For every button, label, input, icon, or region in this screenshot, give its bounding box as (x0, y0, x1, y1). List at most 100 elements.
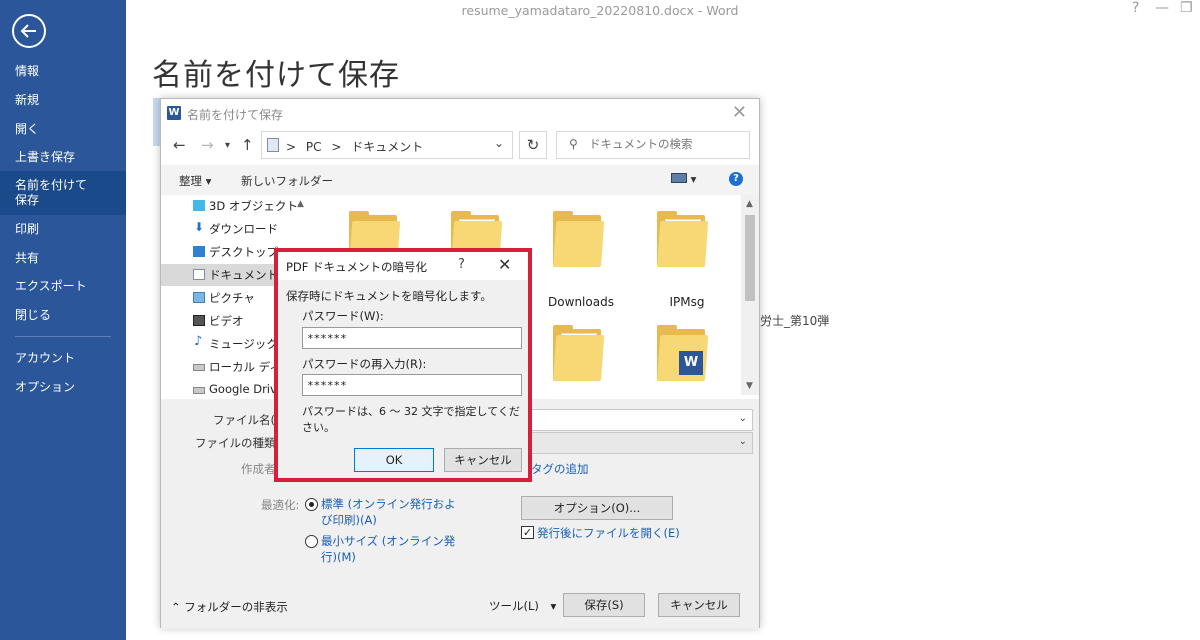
rail-item-account[interactable]: アカウント (0, 351, 126, 366)
folder-icon[interactable] (657, 211, 713, 269)
folder-label-downloads[interactable]: Downloads (531, 295, 631, 309)
dialog-title: 名前を付けて保存 (187, 108, 284, 122)
radio-standard-label-line1: 標準 (オンライン発行およ (321, 497, 456, 511)
back-icon[interactable]: ← (173, 136, 186, 154)
recent-file-name[interactable]: 士労士_第10弾 (748, 312, 829, 329)
refresh-icon[interactable]: ↻ (519, 131, 547, 159)
chevron-down-icon[interactable]: ⌄ (739, 436, 747, 447)
nav-item-3d-objects[interactable]: 3D オブジェクト (161, 195, 307, 217)
nav-item-label: ビデオ (209, 314, 244, 328)
music-note-icon: ♪ (194, 334, 203, 349)
rail-item-share[interactable]: 共有 (0, 251, 126, 266)
address-segment-documents[interactable]: ドキュメント (351, 140, 423, 154)
close-icon[interactable]: ✕ (732, 102, 747, 123)
chevron-down-icon[interactable]: ⌄ (739, 413, 747, 424)
open-after-checkbox[interactable]: ✓ (521, 526, 534, 539)
folder-icon[interactable] (553, 325, 609, 383)
optimize-label: 最適化: (261, 498, 300, 512)
help-icon[interactable]: ? (458, 257, 465, 272)
address-segment-pc[interactable]: PC (306, 140, 322, 154)
rail-item-export[interactable]: エクスポート (0, 279, 126, 294)
chevron-down-icon: ▾ (550, 599, 557, 613)
scroll-thumb[interactable] (745, 215, 755, 301)
picture-icon (193, 292, 205, 303)
tools-label: ツール(L) (489, 599, 539, 613)
radio-minimum-label-line1: 最小サイズ (オンライン発 (321, 534, 456, 548)
ok-button[interactable]: OK (354, 448, 434, 472)
dialog-titlebar[interactable]: W 名前を付けて保存 ✕ (161, 99, 759, 129)
rail-item-print[interactable]: 印刷 (0, 222, 126, 237)
scroll-up-icon[interactable]: ▲ (746, 199, 753, 209)
radio-minimum-label-line2: 行)(M) (321, 550, 356, 564)
rail-item-info[interactable]: 情報 (0, 64, 126, 79)
back-arrow-icon[interactable] (12, 14, 46, 48)
encrypt-pdf-dialog: PDF ドキュメントの暗号化 ? ✕ 保存時にドキュメントを暗号化します。 パス… (278, 252, 528, 478)
chevron-up-icon: ⌃ (171, 600, 181, 614)
forward-icon[interactable]: → (201, 136, 214, 154)
pw-cancel-button[interactable]: キャンセル (444, 448, 522, 472)
close-icon[interactable]: ✕ (498, 255, 511, 274)
radio-standard[interactable] (305, 498, 318, 511)
rail-item-close[interactable]: 閉じる (0, 308, 126, 323)
file-scrollbar[interactable]: ▲ ▼ (741, 195, 759, 395)
address-separator-icon: > (286, 140, 297, 154)
recent-locations-icon[interactable]: ▾ (225, 140, 230, 151)
folder-label-ipmsg[interactable]: IPMsg (637, 295, 737, 309)
rail-item-options[interactable]: オプション (0, 380, 126, 395)
save-button[interactable]: 保存(S) (563, 593, 645, 617)
recent-location-highlight (153, 98, 160, 146)
folder-icon[interactable]: W (657, 325, 713, 383)
password-field[interactable] (302, 327, 522, 349)
folder-icon[interactable] (553, 211, 609, 269)
document-title: resume_yamadataro_20220810.docx - Word (461, 3, 739, 18)
scroll-up-icon[interactable]: ▲ (297, 199, 304, 209)
rail-divider (15, 336, 111, 337)
radio-standard-label[interactable]: 標準 (オンライン発行およ び印刷)(A) (321, 496, 456, 528)
password-label: パスワード(W): (302, 309, 384, 323)
desktop-icon (193, 246, 205, 257)
nav-item-label: ドキュメント (209, 268, 278, 282)
help-icon[interactable]: ? (729, 172, 743, 186)
hide-folders-label: フォルダーの非表示 (184, 600, 288, 614)
pw-dialog-titlebar[interactable]: PDF ドキュメントの暗号化 ? ✕ (278, 252, 528, 280)
reenter-password-field[interactable] (302, 374, 522, 396)
command-bar: 整理 ▾ 新しいフォルダー ▾ ? (161, 165, 759, 195)
add-tag-link[interactable]: タグの追加 (531, 461, 589, 477)
nav-item-label: ダウンロード (209, 222, 278, 236)
help-icon[interactable]: ? (1132, 0, 1139, 16)
search-box[interactable]: ⚲ (556, 131, 750, 159)
tools-menu[interactable]: ツール(L) ▾ (489, 598, 556, 614)
organize-button[interactable]: 整理 ▾ (179, 173, 211, 189)
word-file-icon: W (679, 351, 703, 375)
search-input[interactable] (589, 137, 739, 151)
rail-item-save[interactable]: 上書き保存 (0, 150, 126, 165)
radio-minimum[interactable] (305, 535, 318, 548)
radio-standard-label-line2: び印刷)(A) (321, 513, 377, 527)
view-options-icon[interactable]: ▾ (671, 172, 696, 186)
nav-item-downloads[interactable]: ⬇ ダウンロード (161, 218, 307, 240)
documents-icon (267, 138, 279, 152)
rail-item-open[interactable]: 開く (0, 122, 126, 137)
rail-item-save-as-line1: 名前を付けて (15, 178, 88, 192)
word-app-icon: W (167, 106, 181, 120)
new-folder-button[interactable]: 新しいフォルダー (241, 173, 333, 189)
options-button[interactable]: オプション(O)... (521, 496, 673, 520)
backstage-nav: 情報 新規 開く 上書き保存 名前を付けて 保存 印刷 共有 エクスポート 閉じ… (0, 0, 126, 640)
chevron-down-icon[interactable]: ⌄ (494, 136, 504, 150)
radio-minimum-label[interactable]: 最小サイズ (オンライン発 行)(M) (321, 533, 455, 565)
restore-icon[interactable]: ❐ (1180, 0, 1193, 16)
cancel-button[interactable]: キャンセル (658, 593, 740, 617)
scroll-down-icon[interactable]: ▼ (746, 381, 753, 391)
rail-item-new[interactable]: 新規 (0, 93, 126, 108)
hide-folders-toggle[interactable]: ⌃ フォルダーの非表示 (171, 599, 288, 615)
open-after-label[interactable]: 発行後にファイルを開く(E) (537, 525, 680, 541)
nav-item-label: 3D オブジェクト (209, 199, 298, 213)
nav-item-label: ミュージック (209, 337, 278, 351)
drive-icon (193, 364, 205, 371)
rail-item-save-as-line2: 保存 (15, 193, 40, 207)
minimize-icon[interactable]: — (1155, 0, 1169, 16)
rail-item-save-as[interactable]: 名前を付けて 保存 (0, 171, 126, 215)
pw-intro: 保存時にドキュメントを暗号化します。 (286, 289, 492, 303)
up-icon[interactable]: ↑ (241, 136, 254, 154)
address-bar[interactable]: > PC > ドキュメント ⌄ (261, 131, 513, 159)
